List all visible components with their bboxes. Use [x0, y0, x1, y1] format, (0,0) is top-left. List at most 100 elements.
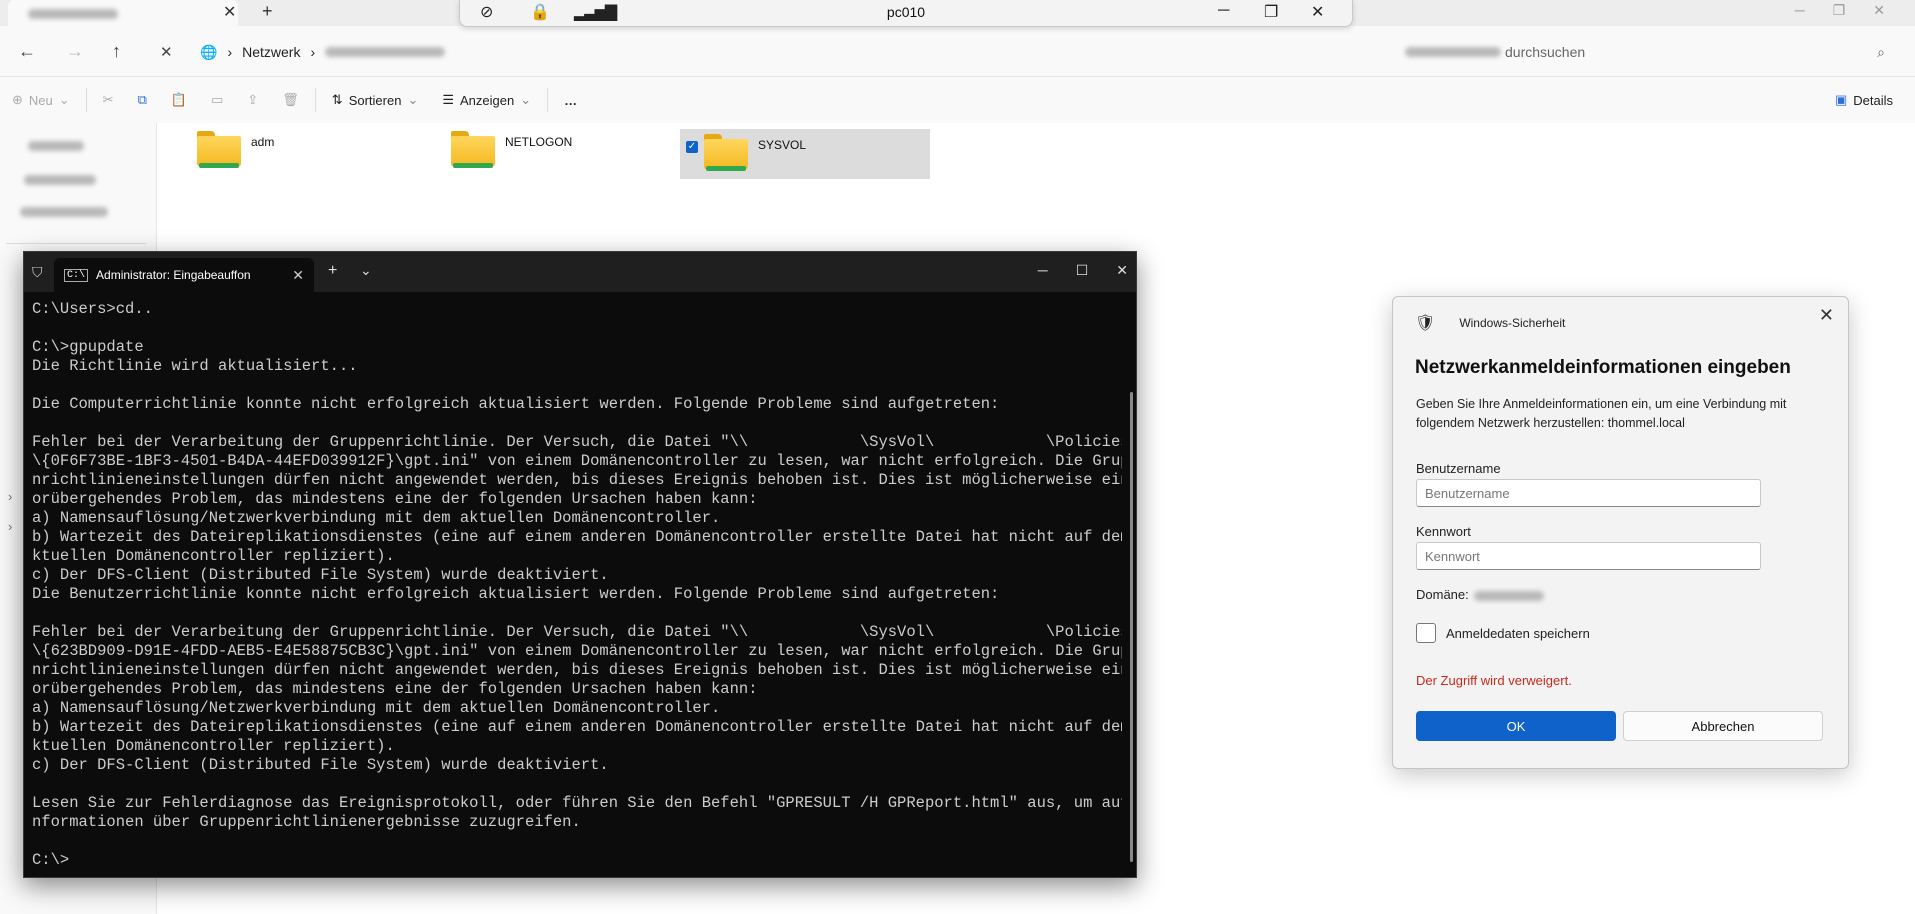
close-icon[interactable]: ✕: [1819, 305, 1834, 326]
forward-icon[interactable]: →: [66, 41, 84, 62]
breadcrumb-network[interactable]: Netzwerk: [242, 44, 300, 60]
folder-item-sysvol[interactable]: ✓ SYSVOL: [680, 129, 930, 179]
terminal-line: orübergehendes Problem, das mindestens e…: [32, 680, 758, 698]
sort-button[interactable]: ⇅ Sortieren ⌄: [320, 92, 431, 108]
blurred-search-prefix: [1405, 47, 1501, 57]
cancel-button[interactable]: Abbrechen: [1623, 711, 1823, 741]
new-button[interactable]: ⊕ Neu ⌄: [0, 92, 82, 108]
delete-button[interactable]: 🗑: [270, 92, 311, 108]
details-button[interactable]: ▣ Details: [1823, 92, 1905, 108]
terminal-line: ktuellen Domänencontroller repliziert).: [32, 737, 395, 755]
paste-button[interactable]: 📋: [159, 92, 199, 108]
minimize-icon[interactable]: ─: [1795, 2, 1805, 19]
password-field[interactable]: [1416, 542, 1761, 570]
blurred-nav-item[interactable]: [20, 207, 108, 217]
chevron-down-icon[interactable]: ⌄: [360, 262, 372, 279]
address-field[interactable]: 🌐 › Netzwerk ›: [200, 39, 1380, 65]
chevron-right-icon: ›: [310, 44, 316, 60]
explorer-tab[interactable]: ✕: [8, 0, 238, 26]
terminal-line: Die Richtlinie wird aktualisiert...: [32, 357, 358, 375]
minimize-icon[interactable]: ─: [1218, 2, 1229, 20]
terminal-line: C:\>: [32, 851, 70, 868]
scrollbar[interactable]: [1130, 392, 1133, 862]
cmd-icon: C:\: [64, 268, 89, 282]
close-icon[interactable]: ✕: [223, 2, 236, 22]
close-window-icon[interactable]: ✕: [1873, 2, 1885, 19]
close-icon[interactable]: ✕: [1311, 2, 1324, 22]
dialog-description: Geben Sie Ihre Anmeldeinformationen ein,…: [1416, 397, 1787, 430]
username-field[interactable]: [1416, 479, 1761, 507]
paste-icon: 📋: [170, 92, 188, 107]
terminal-line: b) Wartezeit des Dateireplikationsdienst…: [32, 528, 1122, 546]
selection-checkbox[interactable]: ✓: [686, 141, 698, 153]
search-icon[interactable]: ⌕: [1877, 44, 1885, 61]
divider: [547, 88, 549, 112]
network-folder-icon: [451, 129, 495, 169]
blurred-tab-title: [28, 9, 118, 19]
terminal-line: a) Namensauflösung/Netzwerkverbindung mi…: [32, 509, 721, 527]
expand-chevron-icon[interactable]: ›: [8, 489, 12, 504]
terminal-tab[interactable]: C:\ Administrator: Eingabeauffon ✕: [54, 258, 314, 292]
blurred-breadcrumb[interactable]: [325, 47, 446, 57]
maximize-icon[interactable]: ❐: [1833, 2, 1846, 19]
blurred-domain-value: [1474, 590, 1545, 601]
restore-icon[interactable]: ❐: [1264, 2, 1278, 22]
maximize-icon[interactable]: ☐: [1076, 262, 1089, 279]
blurred-nav-item[interactable]: [24, 175, 96, 185]
new-tab-icon[interactable]: +: [328, 262, 337, 280]
cut-button[interactable]: ✂: [91, 92, 126, 108]
back-icon[interactable]: ←: [18, 41, 36, 62]
folder-item-netlogon[interactable]: NETLOGON: [451, 129, 651, 179]
terminal-line: Die Benutzerrichtlinie konnte nicht erfo…: [32, 585, 1000, 603]
terminal-line: Fehler bei der Verarbeitung der Gruppenr…: [32, 623, 1122, 641]
folder-item-adm[interactable]: adm: [197, 129, 397, 179]
share-button[interactable]: ⇪: [235, 92, 270, 108]
terminal-line: Die Computerrichtlinie konnte nicht erfo…: [32, 395, 1000, 413]
dialog-title: Netzwerkanmeldeinformationen eingeben: [1415, 357, 1791, 378]
more-button[interactable]: …: [552, 93, 589, 108]
terminal-line: \{0F6F73BE-1BF3-4501-B4DA-44EFD039912F}\…: [32, 452, 1122, 470]
chevron-right-icon: ›: [227, 44, 233, 60]
terminal-line: Fehler bei der Verarbeitung der Gruppenr…: [32, 433, 1122, 451]
ok-button[interactable]: OK: [1416, 711, 1616, 741]
terminal-line: c) Der DFS-Client (Distributed File Syst…: [32, 566, 609, 584]
view-button[interactable]: ☰ Anzeigen ⌄: [430, 92, 543, 108]
remote-connection-bar: ⊘ 🔒 ▂▃▅▇ pc010 ─ ❐ ✕: [459, 0, 1353, 27]
minimize-icon[interactable]: ─: [1038, 262, 1048, 279]
new-tab-icon[interactable]: +: [262, 1, 273, 22]
window-controls: ─ ❐ ✕: [1795, 2, 1885, 19]
terminal-window: ⛉ C:\ Administrator: Eingabeauffon ✕ + ⌄…: [23, 251, 1137, 878]
terminal-line: nrichtlinieneinstellungen dürfen nicht a…: [32, 661, 1122, 679]
close-icon[interactable]: ✕: [292, 267, 304, 284]
terminal-line: ktuellen Domänencontroller repliziert).: [32, 547, 395, 565]
rename-button[interactable]: ▭: [199, 92, 235, 108]
checkbox-box[interactable]: [1416, 623, 1436, 643]
up-icon[interactable]: ↑: [112, 41, 121, 62]
divider: [6, 243, 146, 244]
close-window-icon[interactable]: ✕: [1116, 262, 1128, 279]
stop-icon[interactable]: ✕: [160, 43, 173, 61]
search-input[interactable]: durchsuchen ⌕: [1405, 38, 1895, 66]
terminal-output[interactable]: C:\Users>cd.. C:\>gpupdate Die Richtlinie…: [32, 300, 1122, 868]
copy-button[interactable]: ⧉: [126, 92, 159, 108]
terminal-line: C:\Users>cd..: [32, 300, 153, 318]
dialog-header: 🛡 Windows-Sicherheit: [1415, 313, 1565, 333]
remember-credentials-checkbox[interactable]: Anmeldedaten speichern: [1416, 623, 1590, 643]
username-label: Benutzername: [1416, 461, 1501, 476]
copy-icon: ⧉: [137, 92, 147, 107]
network-folder-icon: [704, 132, 748, 172]
sort-icon: ⇅: [331, 92, 343, 107]
shield-icon: 🛡: [1415, 315, 1436, 332]
expand-chevron-icon[interactable]: ›: [8, 519, 12, 534]
chevron-down-icon: ⌄: [407, 92, 419, 107]
new-label: Neu: [28, 92, 53, 108]
blurred-nav-item[interactable]: [28, 141, 84, 151]
terminal-window-controls: ─ ☐ ✕: [1038, 262, 1128, 279]
plus-circle-icon: ⊕: [12, 92, 23, 107]
password-label: Kennwort: [1416, 524, 1471, 539]
